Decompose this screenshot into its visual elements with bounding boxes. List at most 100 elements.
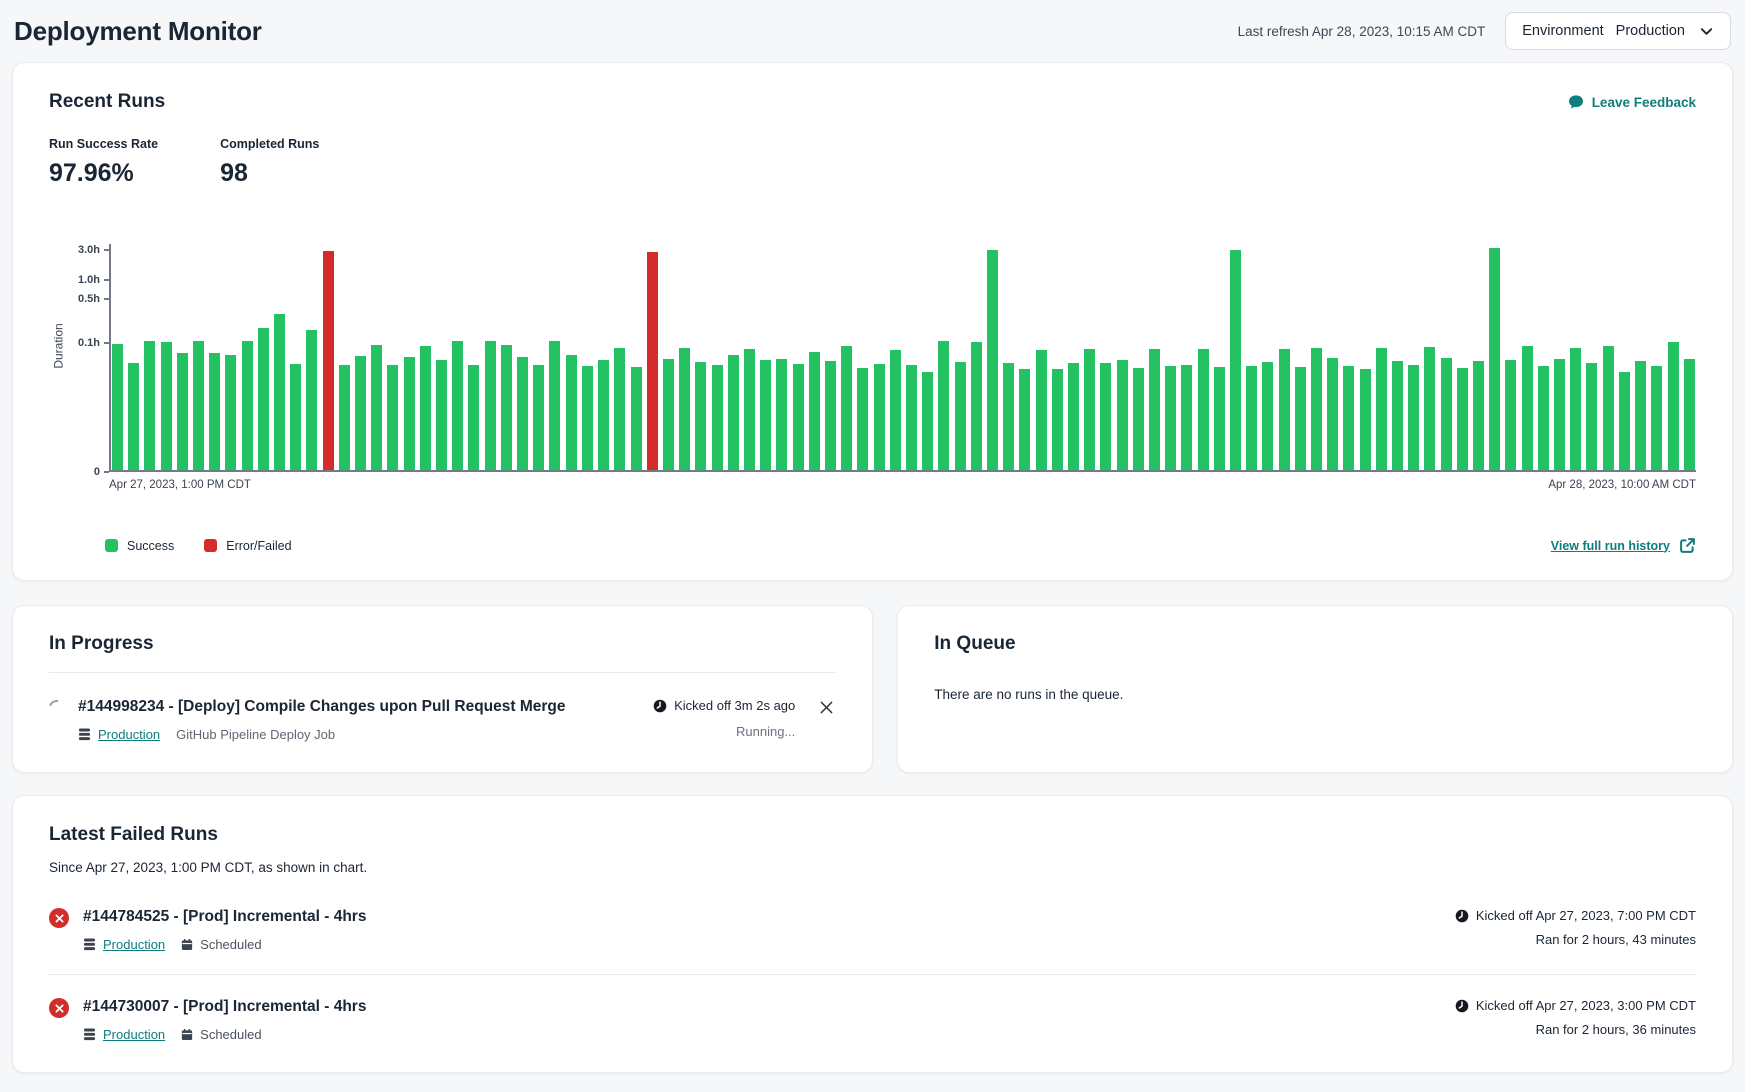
chart-bar-success[interactable] bbox=[1003, 363, 1014, 470]
chart-bar-success[interactable] bbox=[355, 356, 366, 470]
chart-bar-success[interactable] bbox=[663, 359, 674, 470]
chart-bar-success[interactable] bbox=[420, 346, 431, 470]
chart-bar-success[interactable] bbox=[793, 364, 804, 470]
chart-bar-success[interactable] bbox=[144, 341, 155, 470]
chart-bar-success[interactable] bbox=[874, 364, 885, 470]
chart-bar-success[interactable] bbox=[1684, 359, 1695, 470]
chart-bar-success[interactable] bbox=[371, 345, 382, 470]
chart-bar-success[interactable] bbox=[1262, 362, 1273, 470]
chart-bar-success[interactable] bbox=[501, 345, 512, 470]
chart-bar-success[interactable] bbox=[598, 360, 609, 470]
chart-bar-success[interactable] bbox=[1441, 358, 1452, 470]
chart-bar-success[interactable] bbox=[517, 357, 528, 470]
chart-bar-success[interactable] bbox=[258, 328, 269, 470]
chart-bar-success[interactable] bbox=[1068, 363, 1079, 470]
chart-bar-success[interactable] bbox=[436, 360, 447, 470]
chart-bar-success[interactable] bbox=[1635, 361, 1646, 470]
chart-bar-success[interactable] bbox=[1052, 369, 1063, 470]
chart-bar-success[interactable] bbox=[1505, 360, 1516, 470]
chart-bar-success[interactable] bbox=[906, 365, 917, 470]
chart-bar-success[interactable] bbox=[177, 353, 188, 470]
chart-bar-success[interactable] bbox=[1570, 348, 1581, 470]
chart-bar-success[interactable] bbox=[1489, 248, 1500, 470]
chart-bar-success[interactable] bbox=[1327, 358, 1338, 470]
chart-bar-success[interactable] bbox=[614, 348, 625, 470]
chart-bar-success[interactable] bbox=[274, 314, 285, 470]
chart-bar-success[interactable] bbox=[1424, 347, 1435, 470]
chart-bar-success[interactable] bbox=[679, 348, 690, 470]
chart-bar-success[interactable] bbox=[1343, 366, 1354, 470]
chart-bar-success[interactable] bbox=[1360, 369, 1371, 470]
chart-bar-success[interactable] bbox=[971, 342, 982, 470]
in-progress-run-title[interactable]: #144998234 - [Deploy] Compile Changes up… bbox=[78, 698, 653, 716]
chart-bar-success[interactable] bbox=[549, 341, 560, 470]
chart-bar-failed[interactable] bbox=[647, 252, 658, 470]
failed-run-title[interactable]: #144784525 - [Prod] Incremental - 4hrs bbox=[83, 908, 1455, 926]
chart-bar-success[interactable] bbox=[193, 341, 204, 470]
chart-bar-success[interactable] bbox=[825, 361, 836, 470]
chart-bar-success[interactable] bbox=[1522, 346, 1533, 470]
chart-bar-success[interactable] bbox=[533, 365, 544, 470]
chart-bar-success[interactable] bbox=[760, 360, 771, 470]
chart-bar-success[interactable] bbox=[225, 355, 236, 470]
chart-bar-success[interactable] bbox=[1117, 360, 1128, 470]
chart-bar-success[interactable] bbox=[1149, 349, 1160, 470]
close-icon[interactable] bbox=[817, 698, 836, 720]
chart-bar-success[interactable] bbox=[1586, 363, 1597, 470]
chart-bar-success[interactable] bbox=[955, 362, 966, 470]
chart-bar-success[interactable] bbox=[1376, 348, 1387, 470]
chart-bar-success[interactable] bbox=[1295, 367, 1306, 470]
chart-bar-success[interactable] bbox=[339, 365, 350, 470]
chart-bar-success[interactable] bbox=[1473, 361, 1484, 470]
chart-bar-success[interactable] bbox=[404, 357, 415, 470]
chart-bar-success[interactable] bbox=[209, 353, 220, 470]
leave-feedback-link[interactable]: Leave Feedback bbox=[1568, 94, 1696, 110]
chart-bar-success[interactable] bbox=[1619, 372, 1630, 470]
chart-bar-success[interactable] bbox=[1181, 365, 1192, 470]
chart-bar-success[interactable] bbox=[1279, 349, 1290, 470]
chart-bar-success[interactable] bbox=[1603, 346, 1614, 470]
chart-bar-success[interactable] bbox=[1408, 365, 1419, 470]
chart-bar-success[interactable] bbox=[161, 342, 172, 470]
chart-bar-success[interactable] bbox=[452, 341, 463, 470]
chart-bar-success[interactable] bbox=[809, 352, 820, 470]
chart-bar-success[interactable] bbox=[631, 367, 642, 470]
chart-bar-success[interactable] bbox=[1538, 366, 1549, 470]
chart-bar-success[interactable] bbox=[695, 362, 706, 470]
chart-bar-success[interactable] bbox=[841, 346, 852, 470]
chart-bar-success[interactable] bbox=[128, 363, 139, 470]
chart-bar-success[interactable] bbox=[1230, 250, 1241, 470]
chart-bar-success[interactable] bbox=[1133, 368, 1144, 470]
chart-bar-success[interactable] bbox=[1554, 359, 1565, 470]
chart-bar-success[interactable] bbox=[857, 368, 868, 470]
chart-bar-success[interactable] bbox=[712, 365, 723, 470]
chart-bar-success[interactable] bbox=[1084, 349, 1095, 470]
chart-bar-success[interactable] bbox=[1165, 366, 1176, 470]
chart-bar-failed[interactable] bbox=[323, 251, 334, 470]
environment-tag-link[interactable]: Production bbox=[83, 937, 165, 952]
chart-bar-success[interactable] bbox=[1392, 361, 1403, 470]
chart-bar-success[interactable] bbox=[468, 365, 479, 470]
chart-bar-success[interactable] bbox=[922, 372, 933, 470]
chart-bar-success[interactable] bbox=[242, 341, 253, 470]
chart-bar-success[interactable] bbox=[1668, 342, 1679, 470]
chart-bar-success[interactable] bbox=[387, 365, 398, 470]
chart-bar-success[interactable] bbox=[1036, 350, 1047, 470]
chart-bar-success[interactable] bbox=[776, 359, 787, 470]
chart-bar-success[interactable] bbox=[112, 344, 123, 470]
chart-bar-success[interactable] bbox=[890, 350, 901, 470]
chart-bar-success[interactable] bbox=[744, 349, 755, 470]
chart-bar-success[interactable] bbox=[1457, 368, 1468, 470]
chart-bar-success[interactable] bbox=[1019, 369, 1030, 470]
chart-bar-success[interactable] bbox=[1246, 366, 1257, 470]
chart-bar-success[interactable] bbox=[1198, 349, 1209, 470]
chart-bar-success[interactable] bbox=[1311, 348, 1322, 470]
environment-tag-link[interactable]: Production bbox=[83, 1027, 165, 1042]
chart-bar-success[interactable] bbox=[306, 330, 317, 470]
chart-bar-success[interactable] bbox=[1100, 363, 1111, 470]
failed-run-title[interactable]: #144730007 - [Prod] Incremental - 4hrs bbox=[83, 998, 1455, 1016]
chart-bar-success[interactable] bbox=[290, 364, 301, 470]
chart-bar-success[interactable] bbox=[938, 341, 949, 470]
environment-tag-link[interactable]: Production bbox=[78, 727, 160, 742]
chart-bar-success[interactable] bbox=[728, 355, 739, 470]
